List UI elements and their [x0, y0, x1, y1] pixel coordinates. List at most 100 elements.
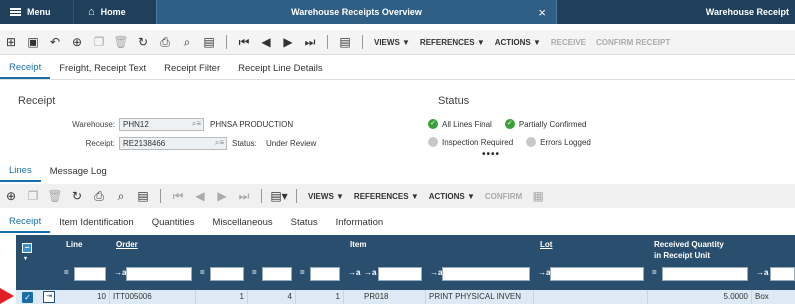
cell-order[interactable]: ITT005006	[110, 290, 196, 304]
first-record-icon[interactable]: ⏮	[233, 35, 255, 50]
cell-line[interactable]: 10	[60, 290, 110, 304]
references-menu[interactable]: REFERENCES ▼	[354, 192, 419, 201]
views-menu[interactable]: VIEWS ▼	[374, 38, 410, 47]
lookup-icon[interactable]: ⌕≡	[192, 119, 201, 129]
notes-dropdown-icon[interactable]: ▤▾	[268, 189, 290, 203]
received-qty-column-header[interactable]: Received Quantity in Receipt Unit =	[648, 235, 752, 290]
grid-settings-icon[interactable]: ▦	[527, 189, 549, 203]
lot-filter-input[interactable]	[550, 267, 644, 281]
column-header[interactable]: =	[296, 235, 344, 290]
previous-record-icon[interactable]: ◀	[189, 189, 211, 203]
close-icon[interactable]: ×	[538, 5, 546, 20]
references-menu[interactable]: REFERENCES ▼	[420, 38, 485, 47]
tab-freight-receipt-text[interactable]: Freight, Receipt Text	[50, 58, 155, 79]
copy-icon[interactable]: ❐	[88, 35, 110, 49]
filter-operator[interactable]: =	[200, 268, 205, 277]
row-detail-button[interactable]: ⇥	[43, 291, 55, 303]
filter-operator[interactable]: =	[652, 268, 657, 277]
previous-record-icon[interactable]: ◀	[255, 35, 277, 49]
print-icon[interactable]: ⎙	[88, 189, 110, 204]
filter-operator[interactable]: =	[64, 268, 69, 277]
unit-column-header[interactable]: →a	[752, 235, 795, 290]
order-filter-input[interactable]	[126, 267, 192, 281]
cell-unit[interactable]: Box	[752, 290, 795, 304]
add-icon[interactable]: ⊕	[0, 189, 22, 203]
warehouse-field[interactable]: PHN12 ⌕≡	[119, 118, 204, 131]
filter-operator[interactable]: →a	[430, 268, 442, 277]
more-status-indicator[interactable]: ••••	[482, 149, 500, 160]
tab-status[interactable]: Status	[282, 212, 327, 233]
cell-item[interactable]: PR018	[344, 290, 426, 304]
lot-column-header[interactable]: Lot →a	[534, 235, 648, 290]
tab-miscellaneous[interactable]: Miscellaneous	[203, 212, 281, 233]
last-record-icon[interactable]: ⏭	[299, 35, 321, 50]
column-header[interactable]: =	[196, 235, 248, 290]
delete-icon[interactable]: 🗑	[44, 189, 66, 203]
refresh-icon[interactable]: ↻	[66, 189, 88, 203]
tab-receipt-line-details[interactable]: Receipt Line Details	[229, 58, 332, 79]
actions-menu[interactable]: ACTIONS ▼	[429, 192, 475, 201]
next-record-icon[interactable]: ▶	[211, 189, 233, 203]
column-header[interactable]: =	[248, 235, 296, 290]
print-icon[interactable]: ⎙	[154, 35, 176, 50]
refresh-icon[interactable]: ↻	[132, 35, 154, 49]
tab-receipt-filter[interactable]: Receipt Filter	[155, 58, 229, 79]
calendar-icon[interactable]: ▤	[132, 189, 154, 203]
confirm-button[interactable]: CONFIRM	[485, 192, 522, 201]
tab-warehouse-receipt[interactable]: Warehouse Receipt	[556, 0, 795, 24]
save-icon[interactable]: ▣	[22, 35, 44, 49]
home-button[interactable]: ⌂ Home	[73, 0, 156, 24]
undo-icon[interactable]: ↶	[44, 35, 66, 49]
add-icon[interactable]: ⊕	[66, 35, 88, 49]
filter-operator[interactable]: =	[300, 268, 305, 277]
filter-operator[interactable]: →a	[538, 268, 550, 277]
receipt-field[interactable]: RE2138466 ⌕≡	[119, 137, 227, 150]
calendar-icon[interactable]: ▤	[198, 35, 220, 49]
filter-input[interactable]	[310, 267, 340, 281]
cell-numeric[interactable]: 1	[296, 290, 344, 304]
copy-icon[interactable]: ❐	[22, 189, 44, 203]
cell-lot[interactable]	[534, 290, 648, 304]
filter-operator[interactable]: →a	[756, 268, 768, 277]
tab-quantities[interactable]: Quantities	[143, 212, 204, 233]
filter-operator[interactable]: =	[252, 268, 257, 277]
tab-information[interactable]: Information	[327, 212, 393, 233]
row-checkbox[interactable]: ✓	[22, 292, 33, 303]
last-record-icon[interactable]: ⏭	[233, 189, 255, 204]
order-column-header[interactable]: Order →a	[110, 235, 196, 290]
receive-button[interactable]: RECEIVE	[551, 38, 586, 47]
filter-operator[interactable]: →a	[364, 268, 376, 277]
actions-menu[interactable]: ACTIONS ▼	[495, 38, 541, 47]
tab-item-identification[interactable]: Item Identification	[50, 212, 142, 233]
line-filter-input[interactable]	[74, 267, 106, 281]
tab-message-log[interactable]: Message Log	[41, 160, 116, 182]
select-all-checkbox[interactable]: −	[22, 243, 32, 253]
tab-lines[interactable]: Lines	[0, 160, 41, 182]
search-icon[interactable]: ⌕	[176, 35, 198, 50]
filter-operator[interactable]: →a	[348, 268, 360, 277]
first-record-icon[interactable]: ⏮	[167, 189, 189, 204]
lookup-icon[interactable]: ⌕≡	[215, 138, 224, 148]
cell-item-description[interactable]: PRINT PHYSICAL INVEN	[426, 290, 534, 304]
new-icon[interactable]: ⊞	[0, 35, 22, 49]
filter-operator[interactable]: →a	[114, 268, 126, 277]
filter-input[interactable]	[262, 267, 292, 281]
tab-receipt[interactable]: Receipt	[0, 58, 51, 79]
item-description-filter-input[interactable]	[442, 267, 530, 281]
cell-numeric[interactable]: 1	[196, 290, 248, 304]
search-icon[interactable]: ⌕	[110, 189, 132, 204]
next-record-icon[interactable]: ▶	[277, 35, 299, 49]
cell-received-qty[interactable]: 5.0000	[648, 290, 752, 304]
tab-warehouse-receipts-overview[interactable]: Warehouse Receipts Overview ×	[156, 0, 556, 24]
notes-icon[interactable]: ▤	[334, 35, 356, 49]
tab-line-receipt[interactable]: Receipt	[0, 212, 51, 233]
cell-numeric[interactable]: 4	[248, 290, 296, 304]
unit-filter-input[interactable]	[770, 267, 795, 281]
item-filter-input[interactable]	[378, 267, 422, 281]
confirm-receipt-button[interactable]: CONFIRM RECEIPT	[596, 38, 670, 47]
item-description-column-header[interactable]: →a	[426, 235, 534, 290]
item-column-header[interactable]: Item →a →a	[344, 235, 426, 290]
received-qty-filter-input[interactable]	[662, 267, 748, 281]
line-column-header[interactable]: Line =	[60, 235, 110, 290]
views-menu[interactable]: VIEWS ▼	[308, 192, 344, 201]
